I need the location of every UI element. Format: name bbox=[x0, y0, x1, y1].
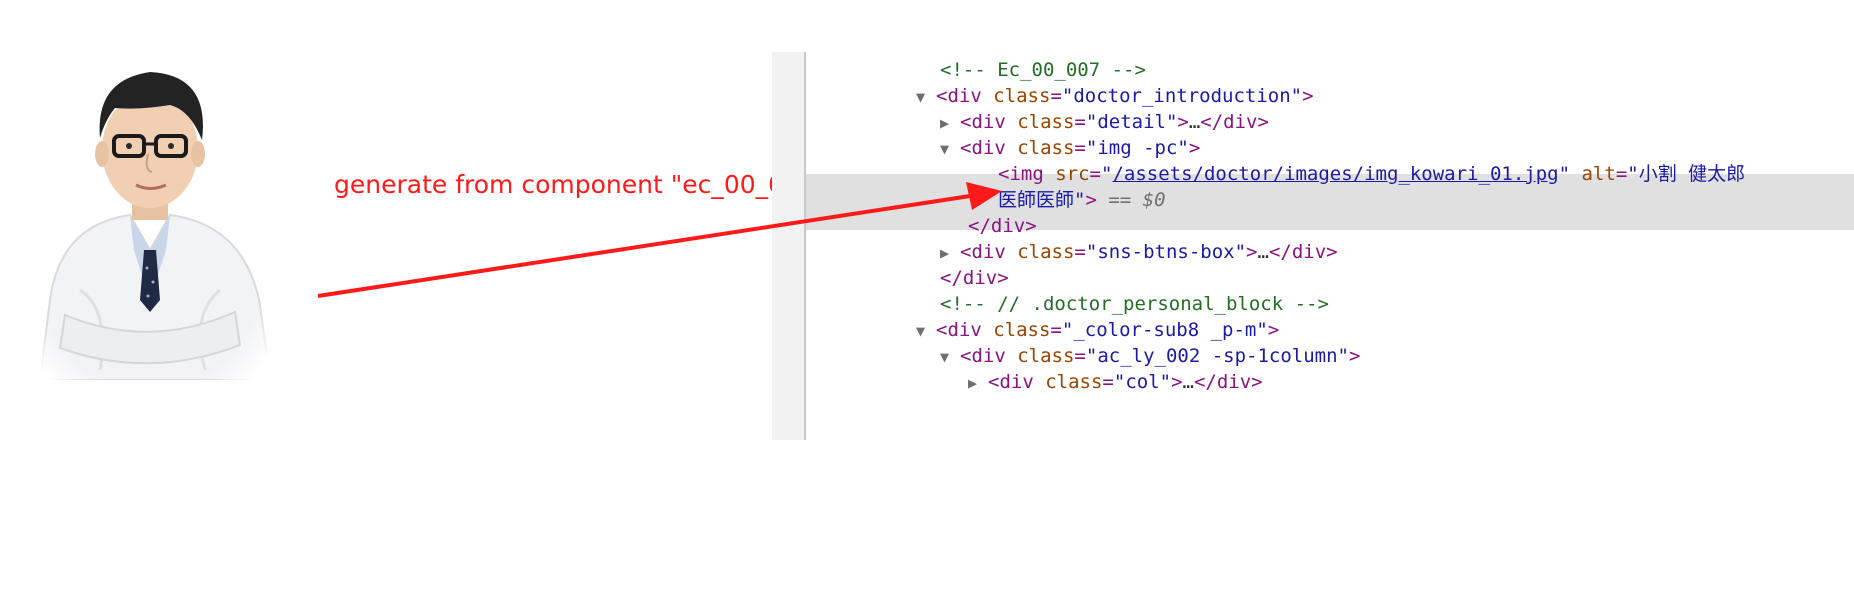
collapse-triangle-icon[interactable]: ▶ bbox=[968, 368, 988, 398]
ellipsis-icon[interactable]: … bbox=[1189, 111, 1200, 133]
console-ref-badge: == $0 bbox=[1108, 189, 1166, 211]
devtools-elements-panel[interactable]: <!-- Ec_00_007 --> ▼ <div class="doctor_i… bbox=[772, 52, 1854, 440]
doctor-portrait-image bbox=[20, 50, 280, 380]
expand-triangle-icon[interactable]: ▼ bbox=[916, 316, 936, 346]
expand-triangle-icon[interactable]: ▼ bbox=[940, 342, 960, 372]
ellipsis-icon[interactable]: … bbox=[1257, 241, 1268, 263]
expand-triangle-icon[interactable]: ▼ bbox=[940, 134, 960, 164]
src-link[interactable]: /assets/doctor/images/img_kowari_01.jpg bbox=[1112, 163, 1558, 185]
comment-text: <!-- // .doctor_personal_block --> bbox=[940, 293, 1329, 315]
ellipsis-icon[interactable]: … bbox=[1183, 371, 1194, 393]
comment-text: <!-- Ec_00_007 --> bbox=[940, 59, 1146, 81]
devtools-gutter bbox=[772, 52, 806, 440]
expand-triangle-icon[interactable]: ▼ bbox=[916, 82, 936, 112]
dom-node-col[interactable]: ▶ <div class="col">…</div> bbox=[968, 367, 1263, 397]
